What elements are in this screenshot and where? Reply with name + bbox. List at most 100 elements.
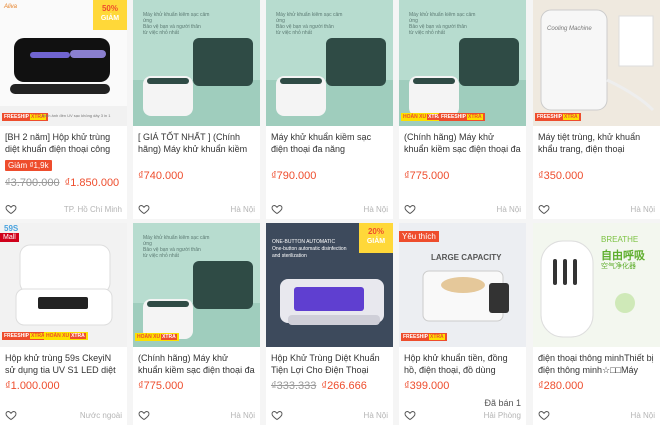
card-footer: Hà Nội [271,409,388,421]
price: ₫740.000 [138,170,184,182]
product-name[interactable]: Hộp khử khuẩn tiền, đồng hồ, điện thoại,… [399,352,526,376]
product-name[interactable]: Máy tiệt trùng, khử khuẩn khẩu trang, đi… [533,131,660,155]
product-name[interactable]: (Chính hãng) Máy khử khuẩn kiềm sạc điện… [133,352,260,376]
product-card[interactable]: BREATHE 自由呼吸 空气净化器 điện thoại thông minh… [533,223,660,425]
location: Hà Nội [363,204,388,214]
price-row: ₫3.700.000 ₫1.850.000 [0,177,127,189]
location: Hà Nội [630,204,655,214]
hoanxu-badge: HOÀN XU XTRA [44,332,88,340]
product-image[interactable]: ONE-BUTTON AUTOMATIC One-button automatic… [266,223,393,347]
product-image[interactable]: Máy khử khuẩn kiêm sạc cảm ứng Bảo vệ bạn… [133,0,260,126]
price-row: ₫775.000 [133,380,260,392]
product-image[interactable]: 59S Mall FREESHIP XTRA HOÀN XU XTRA [0,223,127,347]
heart-icon[interactable] [5,203,17,215]
price: ₫1.850.000 [64,177,120,189]
product-name[interactable]: [ GIÁ TỐT NHẤT ] (Chính hãng) Máy khử kh… [133,131,260,155]
price: ₫266.666 [321,380,367,392]
device-illustration [133,261,260,347]
card-footer: Nước ngoài [5,409,122,421]
price-row: ₫775.000 [399,170,526,182]
product-card[interactable]: Aliva 50% GIẢM FREESHIP XTRA Hình ảnh đèn… [0,0,127,219]
sale-badge: 50% GIẢM [93,0,127,30]
freeship-badge: FREESHIP XTRA [2,332,48,340]
price: ₫775.000 [404,170,450,182]
heart-icon[interactable] [271,203,283,215]
card-footer: Hải Phòng [404,409,521,421]
price-row: ₫790.000 [266,170,393,182]
heart-icon[interactable] [138,409,150,421]
price-row: ₫333.333 ₫266.666 [266,380,393,392]
product-image[interactable]: Máy khử khuẩn kiêm sạc cảm ứng Bảo vệ bạn… [133,223,260,347]
card-footer: Hà Nội [138,409,255,421]
image-caption: Hình ảnh đèn UV sạc không dây 3 in 1 [42,113,111,118]
heart-icon[interactable] [404,409,416,421]
heart-icon[interactable] [138,203,150,215]
device-illustration [540,240,635,338]
product-name[interactable]: [BH 2 năm] Hộp khử trùng diệt khuẩn điện… [0,131,127,155]
uv-box-illustration [15,244,113,326]
product-card[interactable]: Máy khử khuẩn kiêm sạc cảm ứng Bảo vệ bạn… [133,0,260,219]
heart-icon[interactable] [538,409,550,421]
device-illustration [266,38,393,126]
freeship-badge: FREESHIP XTRA [535,113,581,121]
price: ₫399.000 [404,380,450,392]
product-image[interactable]: Máy khử khuẩn kiêm sạc cảm ứng Bảo vệ bạn… [266,0,393,126]
product-name[interactable]: Hộp khử trùng 59s CkeyiN sử dụng tia UV … [0,352,127,376]
product-grid: Aliva 50% GIẢM FREESHIP XTRA Hình ảnh đèn… [0,0,660,425]
card-footer: Hà Nội [538,409,655,421]
price-row: ₫350.000 [533,170,660,182]
card-footer: Hà Nội [404,203,521,215]
location: Hải Phòng [483,410,521,420]
product-image[interactable]: BREATHE 自由呼吸 空气净化器 [533,223,660,347]
location: Nước ngoài [79,410,122,420]
location: Hà Nội [630,410,655,420]
product-name[interactable]: (Chính hãng) Máy khử khuẩn kiềm sạc điện… [399,131,526,155]
price: ₫1.000.000 [5,380,60,392]
discount-badge: Giảm ₫1,9k [5,160,52,171]
freeship-badge: FREESHIP XTRA [2,113,48,121]
product-name[interactable]: Hộp Khử Trùng Diệt Khuẩn Tiện Lợi Cho Đi… [266,352,393,376]
hoanxu-badge: HOÀN XU XTRA [135,333,179,341]
card-footer: TP. Hồ Chí Minh [5,203,122,215]
product-image[interactable]: Yêu thích LARGE CAPACITY FREESHIP XTRA [399,223,526,347]
price: ₫775.000 [138,380,184,392]
product-card[interactable]: Máy khử khuẩn kiêm sạc cảm ứng Bảo vệ bạn… [266,0,393,219]
card-footer: Hà Nội [271,203,388,215]
location: Hà Nội [496,204,521,214]
sale-badge: 20% GIẢM [359,223,393,253]
old-price: ₫333.333 [271,380,317,392]
price-row: ₫280.000 [533,380,660,392]
heart-icon[interactable] [538,203,550,215]
location: TP. Hồ Chí Minh [63,204,122,214]
product-card[interactable]: Máy khử khuẩn kiêm sạc cảm ứng Bảo vệ bạn… [133,223,260,425]
product-card[interactable]: Cooling Machine FREESHIP XTRA Máy tiệt tr… [533,0,660,219]
device-text: Cooling Machine [547,26,592,32]
product-image[interactable]: Máy khử khuẩn kiêm sạc cảm ứng Bảo vệ bạn… [399,0,526,126]
product-image[interactable]: Cooling Machine FREESHIP XTRA [533,0,660,126]
product-name[interactable]: Máy khử khuẩn kiềm sạc điện thoại đa năn… [266,131,393,155]
heart-icon[interactable] [271,409,283,421]
product-name[interactable]: điện thoại thông minhThiết bị điện thông… [533,352,660,376]
sold-count: Đã bán 1 [484,398,521,408]
product-card[interactable]: 59S Mall FREESHIP XTRA HOÀN XU XTRA Hộp kh… [0,223,127,425]
price-row: ₫399.000 [399,380,526,392]
product-card[interactable]: Yêu thích LARGE CAPACITY FREESHIP XTRA Hộ… [399,223,526,425]
device-illustration [133,38,260,126]
device-illustration [399,38,526,126]
location: Hà Nội [363,410,388,420]
location: Hà Nội [230,410,255,420]
card-footer: Hà Nội [138,203,255,215]
product-image[interactable]: Aliva 50% GIẢM FREESHIP XTRA Hình ảnh đèn… [0,0,127,126]
price: ₫280.000 [538,380,584,392]
price-row: ₫1.000.000 [0,380,127,392]
price: ₫350.000 [538,170,584,182]
heart-icon[interactable] [5,409,17,421]
old-price: ₫3.700.000 [5,177,60,189]
location: Hà Nội [230,204,255,214]
product-card[interactable]: ONE-BUTTON AUTOMATIC One-button automatic… [266,223,393,425]
device-illustration [422,270,509,322]
freeship-badge: FREESHIP XTRA [401,333,447,341]
heart-icon[interactable] [404,203,416,215]
device-illustration [540,9,655,112]
product-card[interactable]: Máy khử khuẩn kiêm sạc cảm ứng Bảo vệ bạn… [399,0,526,219]
